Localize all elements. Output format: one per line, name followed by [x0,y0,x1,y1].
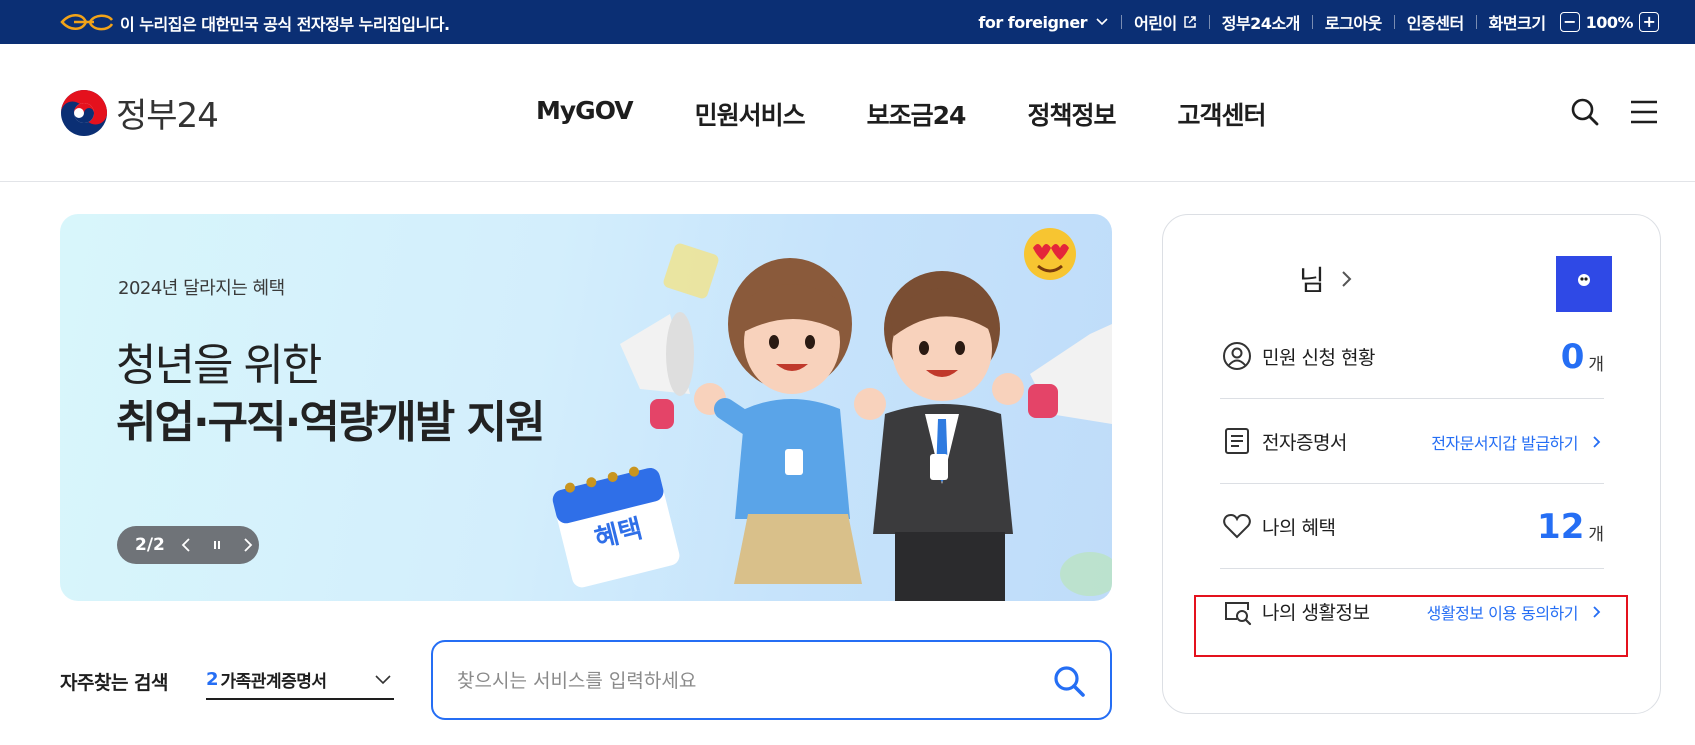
zoom-in-button[interactable]: + [1639,12,1659,32]
girl-character [694,258,886,584]
auth-center-link[interactable]: 인증센터 [1407,10,1464,34]
civil-application-label: 민원 신청 현황 [1262,346,1375,369]
my-info-card: 님 민원 신청 현황 0 개 전자증명서 전자문서지갑 발급하기 나의 혜택 1… [1162,214,1661,714]
nav-policy-info[interactable]: 정책정보 [1027,96,1116,132]
user-name-suffix: 님 [1299,264,1325,297]
heart-icon [1223,513,1251,539]
gov-notice-text: 이 누리집은 대한민국 공식 전자정부 누리집입니다. [120,15,450,34]
megaphone-right-icon [1028,324,1112,424]
zoom-level: 100% [1585,12,1634,32]
search-icon[interactable] [1570,97,1600,127]
civil-application-value: 0 [1560,336,1585,377]
chevron-right-icon [1593,435,1601,448]
divider [1121,15,1123,29]
e-certificate-row: 전자증명서 전자문서지갑 발급하기 [1220,399,1604,484]
frequent-search-rank: 2 [206,668,219,690]
main-navigation: MyGOV 민원서비스 보조금24 정책정보 고객센터 [536,96,1327,132]
e-certificate-label: 전자증명서 [1262,431,1347,454]
user-circle-icon [1223,342,1251,370]
boy-character [873,271,1024,601]
banner-subtitle: 2024년 달라지는 혜택 [118,278,285,299]
next-slide-icon[interactable] [239,537,255,553]
user-profile-link[interactable]: 님 [1299,259,1357,299]
civil-application-status-row[interactable]: 민원 신청 현황 0 개 [1220,314,1604,399]
count-unit: 개 [1588,525,1604,545]
nav-civil-service[interactable]: 민원서비스 [695,96,806,132]
utility-links: for foreigner 어린이 정부24소개 로그아웃 인증센터 화면크기 … [978,0,1659,44]
document-icon [1225,428,1249,454]
search-submit-icon[interactable] [1052,664,1086,698]
logo-text: 정부24 [116,96,219,136]
zoom-out-button[interactable]: − [1559,12,1580,32]
heart-eyes-emoji-icon [1024,228,1076,280]
for-foreigner-dropdown[interactable]: for foreigner [978,13,1109,32]
civil-application-count: 0 개 [1561,314,1604,399]
pause-icon[interactable] [209,537,225,553]
chevron-down-icon [375,675,391,685]
gov-identifier-bar: 이 누리집은 대한민국 공식 전자정부 누리집입니다. for foreigne… [0,0,1695,44]
divider [1475,15,1477,29]
external-link-icon [1183,16,1196,28]
chevron-right-icon [1342,271,1352,287]
e-wallet-issue-text: 전자문서지갑 발급하기 [1431,433,1578,453]
frequent-search-value: 가족관계증명서 [220,671,327,692]
about-gov24-link[interactable]: 정부24소개 [1222,10,1301,34]
nav-mygov[interactable]: MyGOV [536,96,634,132]
avatar[interactable] [1556,256,1612,312]
menu-icon[interactable] [1630,99,1658,125]
divider [1393,15,1395,29]
frequent-search-label: 자주찾는 검색 [60,672,169,694]
banner-title-line1: 청년을 위한 [116,340,322,391]
calendar-icon: 혜택 [552,466,680,588]
logout-link[interactable]: 로그아웃 [1325,10,1382,34]
service-search-input[interactable] [457,666,1017,696]
divider [1208,15,1210,29]
banner-illustration: 혜택 [552,228,1112,601]
highlight-box [1194,595,1628,657]
my-benefits-row[interactable]: 나의 혜택 12 개 [1220,484,1604,569]
banner-title-line2: 취업·구직·역량개발 지원 [116,397,546,448]
promo-banner[interactable]: 2024년 달라지는 혜택 청년을 위한 취업·구직·역량개발 지원 2/2 혜… [60,214,1112,601]
e-wallet-issue-link[interactable]: 전자문서지갑 발급하기 [1431,399,1604,484]
megaphone-icon [620,312,694,429]
count-unit: 개 [1588,355,1604,375]
prev-slide-icon[interactable] [179,537,195,553]
frequent-search-select[interactable]: 2 가족관계증명서 [206,660,394,700]
chevron-down-icon [1096,18,1108,26]
avatar-face-icon [1578,274,1590,286]
service-search-box [431,640,1112,720]
site-header: 정부24 MyGOV 민원서비스 보조금24 정책정보 고객센터 [0,44,1695,182]
screen-size-label: 화면크기 [1488,14,1546,33]
my-benefits-count: 12 개 [1537,484,1604,569]
my-benefits-label: 나의 혜택 [1262,516,1336,539]
my-benefits-value: 12 [1537,506,1585,547]
nav-subsidy24[interactable]: 보조금24 [867,96,967,132]
banner-pager: 2/2 [117,526,259,564]
for-foreigner-label: for foreigner [978,12,1088,32]
divider [1311,15,1313,29]
banner-page-count: 2/2 [135,535,165,555]
kids-label: 어린이 [1134,14,1177,33]
egov-logo-icon [60,14,114,31]
nav-customer-center[interactable]: 고객센터 [1177,96,1266,132]
taegeuk-emblem-icon [61,89,107,136]
kids-link[interactable]: 어린이 [1134,10,1197,34]
gov24-logo[interactable]: 정부24 [60,88,219,137]
